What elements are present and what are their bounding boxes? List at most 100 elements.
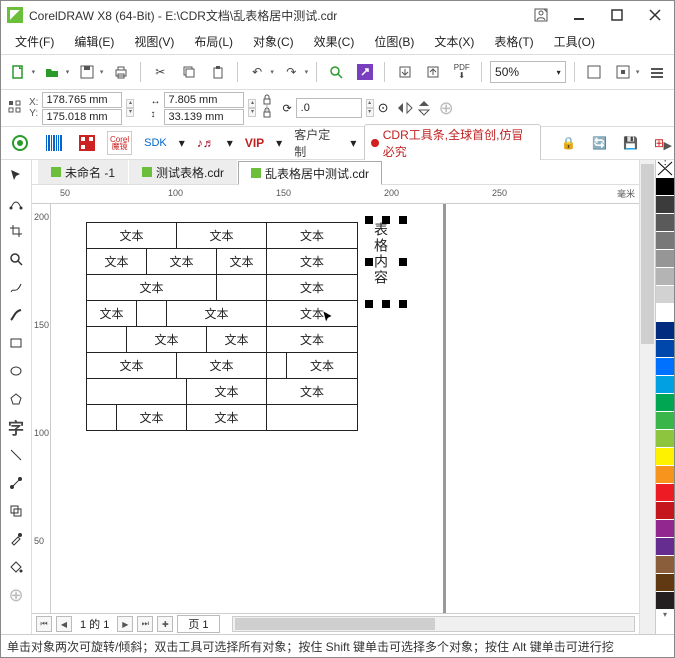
- w-field[interactable]: 7.805 mm: [164, 92, 244, 108]
- color-swatch[interactable]: [656, 538, 674, 556]
- h-field[interactable]: 33.139 mm: [164, 109, 244, 125]
- table-cell[interactable]: 文本: [117, 405, 187, 430]
- lock-ratio-button[interactable]: [260, 94, 274, 122]
- plugin-custom[interactable]: 客户定制: [290, 133, 342, 153]
- table-cell[interactable]: 文本: [287, 353, 357, 378]
- mirror-v-button[interactable]: [417, 100, 431, 116]
- plugin-sdk[interactable]: SDK: [140, 133, 171, 153]
- y-field[interactable]: 175.018 mm: [42, 109, 122, 125]
- spinner-down[interactable]: ▾: [126, 108, 134, 117]
- table-cell[interactable]: 文本: [267, 275, 357, 300]
- launch-button[interactable]: [354, 60, 377, 84]
- color-swatch[interactable]: [656, 376, 674, 394]
- page-next[interactable]: ▶: [117, 616, 133, 632]
- close-button[interactable]: [642, 5, 668, 25]
- color-swatch[interactable]: [656, 196, 674, 214]
- menu-item[interactable]: 文件(F): [9, 31, 60, 52]
- x-field[interactable]: 178.765 mm: [42, 92, 122, 108]
- table-cell[interactable]: 文本: [87, 249, 147, 274]
- copy-button[interactable]: [178, 60, 201, 84]
- effects-tool[interactable]: [5, 500, 27, 522]
- table-cell[interactable]: [87, 379, 187, 404]
- page-last[interactable]: ⏭: [137, 616, 153, 632]
- table-cell[interactable]: 文本: [187, 379, 267, 404]
- document-tab[interactable]: 乱表格居中测试.cdr: [238, 161, 382, 185]
- table-cell[interactable]: 文本: [167, 301, 267, 326]
- plugin-pipe-icon[interactable]: ♪♬: [193, 133, 219, 153]
- plugin-lock-icon[interactable]: 🔒: [557, 133, 580, 153]
- table-cell[interactable]: [267, 353, 287, 378]
- page-tab[interactable]: 页 1: [177, 615, 219, 633]
- table-cell[interactable]: 文本: [87, 223, 177, 248]
- search-button[interactable]: [325, 60, 348, 84]
- open-button[interactable]: [41, 60, 64, 84]
- color-swatch[interactable]: [656, 592, 674, 610]
- color-swatch[interactable]: [656, 466, 674, 484]
- add-node-button[interactable]: ⊕: [439, 98, 454, 119]
- plugin-corel-icon[interactable]: Corel魔镜: [107, 131, 132, 155]
- table-cell[interactable]: 文本: [177, 353, 267, 378]
- color-swatch[interactable]: [656, 484, 674, 502]
- table-cell[interactable]: 文本: [267, 301, 357, 326]
- new-button[interactable]: [7, 60, 30, 84]
- eyedropper-tool[interactable]: [5, 528, 27, 550]
- color-swatch[interactable]: [656, 214, 674, 232]
- table-cell[interactable]: 文本: [87, 275, 217, 300]
- color-swatch[interactable]: [656, 574, 674, 592]
- plugin-qr-icon[interactable]: [75, 133, 99, 153]
- ellipse-tool[interactable]: [5, 360, 27, 382]
- page-add[interactable]: ✚: [157, 616, 173, 632]
- table-cell[interactable]: 文本: [267, 223, 357, 248]
- plugin-refresh-icon[interactable]: 🔄: [588, 133, 611, 153]
- document-tab[interactable]: 测试表格.cdr: [129, 160, 237, 184]
- crop-tool[interactable]: [5, 220, 27, 242]
- document-tab[interactable]: 未命名 -1: [38, 160, 128, 184]
- shape-tool[interactable]: [5, 192, 27, 214]
- color-swatch[interactable]: [656, 394, 674, 412]
- text-tool[interactable]: 字: [5, 416, 27, 438]
- spinner-up[interactable]: ▴: [126, 99, 134, 108]
- v-scrollbar[interactable]: [640, 160, 656, 634]
- paste-button[interactable]: [206, 60, 229, 84]
- palette-more[interactable]: ▾: [656, 610, 674, 628]
- plugin-eco-icon[interactable]: [7, 133, 33, 153]
- artistic-tool[interactable]: [5, 304, 27, 326]
- table-cell[interactable]: 文本: [187, 405, 267, 430]
- save-button[interactable]: [75, 60, 98, 84]
- maximize-button[interactable]: [604, 5, 630, 25]
- table-cell[interactable]: [87, 405, 117, 430]
- plugin-disk-icon[interactable]: 💾: [619, 133, 642, 153]
- dimension-tool[interactable]: [5, 444, 27, 466]
- print-button[interactable]: [109, 60, 132, 84]
- menu-item[interactable]: 表格(T): [488, 31, 539, 52]
- freehand-tool[interactable]: [5, 276, 27, 298]
- table-cell[interactable]: [267, 405, 357, 430]
- color-swatch[interactable]: [656, 304, 674, 322]
- cut-button[interactable]: ✂: [149, 60, 172, 84]
- color-swatch[interactable]: [656, 268, 674, 286]
- connector-tool[interactable]: [5, 472, 27, 494]
- polygon-tool[interactable]: [5, 388, 27, 410]
- table-cell[interactable]: 文本: [147, 249, 217, 274]
- plugin-banner[interactable]: CDR工具条,全球首创,仿冒必究: [364, 124, 541, 162]
- rotation-field[interactable]: .0: [296, 98, 362, 118]
- table-cell[interactable]: [87, 327, 127, 352]
- menu-item[interactable]: 布局(L): [188, 31, 239, 52]
- color-swatch[interactable]: [656, 232, 674, 250]
- color-swatch[interactable]: [656, 448, 674, 466]
- rectangle-tool[interactable]: [5, 332, 27, 354]
- export-button[interactable]: [422, 60, 445, 84]
- color-swatch[interactable]: [656, 520, 674, 538]
- page-first[interactable]: ⏮: [36, 616, 52, 632]
- zoom-tool[interactable]: [5, 248, 27, 270]
- mirror-h-button[interactable]: [397, 101, 413, 115]
- menu-item[interactable]: 工具(O): [548, 31, 601, 52]
- fullscreen-button[interactable]: [583, 60, 606, 84]
- import-button[interactable]: [393, 60, 416, 84]
- page-prev[interactable]: ◀: [56, 616, 72, 632]
- menu-item[interactable]: 对象(C): [247, 31, 300, 52]
- plugin-barcode-icon[interactable]: [41, 133, 67, 153]
- color-swatch[interactable]: [656, 502, 674, 520]
- minimize-button[interactable]: [566, 5, 592, 25]
- table-cell[interactable]: 文本: [127, 327, 207, 352]
